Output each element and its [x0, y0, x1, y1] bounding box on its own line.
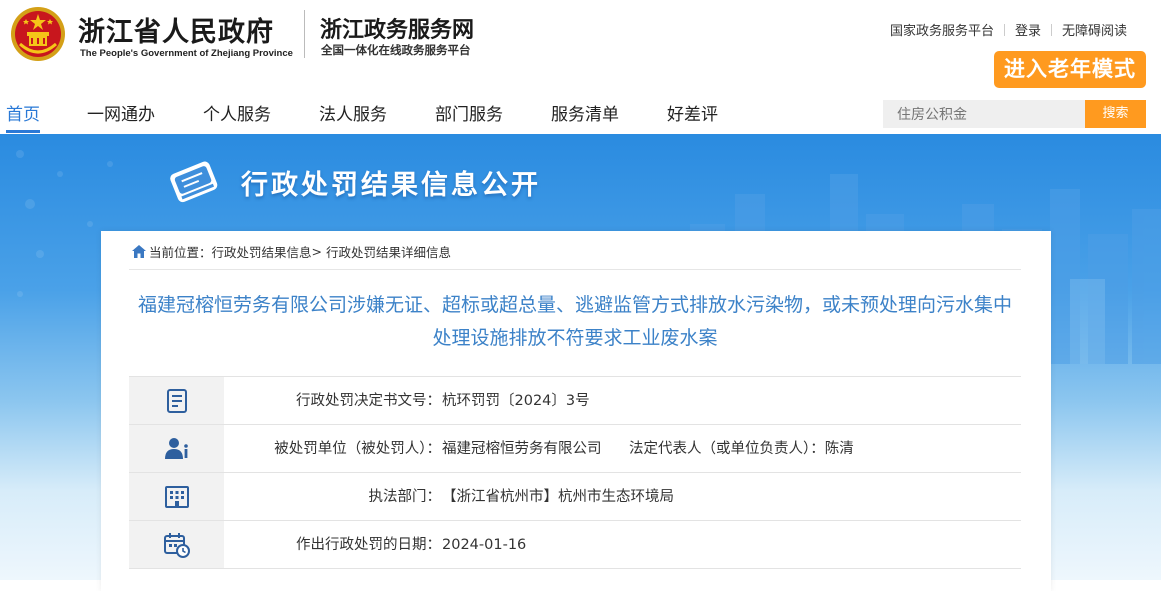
top-links: 国家政务服务平台 登录 无障碍阅读: [890, 20, 1127, 39]
gov-title-en: The People's Government of Zhejiang Prov…: [80, 48, 293, 59]
national-platform-link[interactable]: 国家政务服务平台: [890, 20, 994, 39]
nav-item-one-stop[interactable]: 一网通办: [87, 100, 155, 125]
info-icon-cell: [129, 425, 224, 472]
breadcrumb: 当前位置： 行政处罚结果信息 > 行政处罚结果详细信息: [132, 242, 451, 261]
department-label: 执法部门：: [368, 489, 442, 505]
document-icon: [166, 388, 187, 413]
legal-rep-label: 法定代表人（或单位负责人）：: [629, 441, 825, 457]
calendar-icon: [163, 532, 190, 558]
date-label: 作出行政处罚的日期：: [296, 537, 441, 553]
nav-item-department[interactable]: 部门服务: [435, 100, 503, 125]
nav-item-service-list[interactable]: 服务清单: [551, 100, 619, 125]
elder-mode-button[interactable]: 进入老年模式: [994, 51, 1146, 88]
breadcrumb-divider: [129, 269, 1021, 270]
nav-item-rating[interactable]: 好差评: [667, 100, 718, 125]
breadcrumb-level1[interactable]: 行政处罚结果信息: [212, 242, 312, 261]
national-emblem-icon[interactable]: [10, 6, 66, 62]
department-value: 【浙江省杭州市】杭州市生态环境局: [442, 489, 674, 505]
home-icon: [132, 245, 146, 258]
punished-party-label: 被处罚单位（被处罚人）：: [274, 441, 441, 457]
building-icon: [164, 485, 189, 508]
detail-card: 当前位置： 行政处罚结果信息 > 行政处罚结果详细信息 福建冠榕恒劳务有限公司涉…: [101, 231, 1051, 591]
decision-number-value: 杭环罚罚〔2024〕3号: [442, 393, 590, 409]
banner-heading: 行政处罚结果信息公开: [165, 156, 541, 208]
punished-party-value: 福建冠榕恒劳务有限公司: [442, 441, 602, 457]
info-table: 行政处罚决定书文号： 杭环罚罚〔2024〕3号 被处罚单位（被处罚人）： 福建冠…: [129, 376, 1021, 569]
nav-item-home[interactable]: 首页: [6, 100, 40, 125]
gov-title[interactable]: 浙江省人民政府: [78, 10, 274, 49]
book-icon: [170, 161, 218, 203]
accessibility-link[interactable]: 无障碍阅读: [1062, 20, 1127, 39]
info-icon-cell: [129, 521, 224, 568]
banner-title: 行政处罚结果信息公开: [241, 169, 541, 201]
nav-item-personal[interactable]: 个人服务: [203, 100, 271, 125]
login-link[interactable]: 登录: [1015, 20, 1041, 39]
search-button[interactable]: 搜索: [1085, 100, 1146, 128]
link-separator: [1003, 23, 1005, 36]
person-icon: [164, 437, 188, 459]
site-header: 浙江省人民政府 The People's Government of Zheji…: [0, 0, 1161, 92]
breadcrumb-separator: >: [311, 244, 323, 259]
info-row-department: 执法部门： 【浙江省杭州市】杭州市生态环境局: [129, 473, 1021, 521]
case-title: 福建冠榕恒劳务有限公司涉嫌无证、超标或超总量、逃避监管方式排放水污染物，或未预处…: [137, 294, 1012, 349]
info-icon-cell: [129, 473, 224, 520]
info-row-date: 作出行政处罚的日期： 2024-01-16: [129, 521, 1021, 569]
site-title[interactable]: 浙江政务服务网: [320, 12, 474, 44]
date-value: 2024-01-16: [442, 537, 527, 553]
legal-rep-value: 陈清: [824, 441, 854, 457]
nav-active-indicator: [6, 130, 40, 133]
site-subtitle: 全国一体化在线政务服务平台: [321, 43, 471, 57]
info-row-punished-party: 被处罚单位（被处罚人）： 福建冠榕恒劳务有限公司 法定代表人（或单位负责人）：陈…: [129, 425, 1021, 473]
link-separator: [1050, 23, 1052, 36]
info-row-decision-number: 行政处罚决定书文号： 杭环罚罚〔2024〕3号: [129, 377, 1021, 425]
breadcrumb-prefix: 当前位置：: [149, 245, 212, 260]
decision-number-label: 行政处罚决定书文号：: [296, 393, 441, 409]
header-divider: [304, 10, 305, 58]
nav-item-legal-person[interactable]: 法人服务: [319, 100, 387, 125]
breadcrumb-level2: 行政处罚结果详细信息: [326, 245, 452, 260]
search-input[interactable]: [883, 100, 1085, 128]
info-icon-cell: [129, 377, 224, 424]
